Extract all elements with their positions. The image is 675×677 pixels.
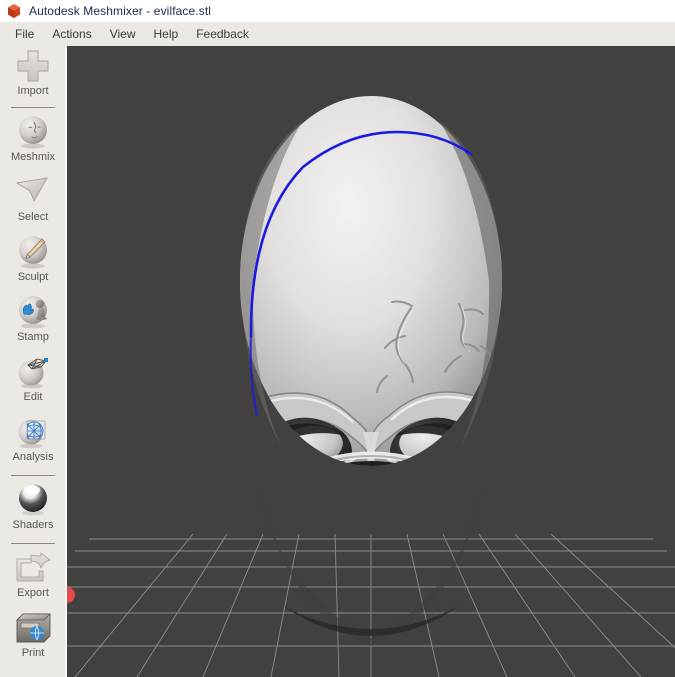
plus-icon	[11, 46, 55, 86]
lower-teeth	[317, 511, 422, 547]
sidebar-item-meshmix[interactable]: Meshmix	[0, 112, 65, 172]
upper-teeth	[309, 467, 435, 530]
sidebar-item-analysis[interactable]: Analysis	[0, 412, 65, 472]
printer-icon	[11, 608, 55, 648]
cursor-arrow-icon	[11, 172, 55, 212]
stamp-sphere-icon	[11, 292, 55, 332]
sidebar-item-label: Import	[17, 85, 49, 97]
sidebar-item-label: Select	[17, 211, 49, 223]
meshmixer-window: Autodesk Meshmixer - evilface.stl File A…	[0, 0, 675, 677]
sidebar-item-label: Shaders	[12, 519, 54, 531]
autodesk-cube-icon	[8, 4, 20, 18]
sidebar-item-label: Analysis	[12, 451, 54, 463]
ground-grid	[67, 533, 675, 677]
title-bar: Autodesk Meshmixer - evilface.stl	[0, 0, 675, 22]
sidebar-item-label: Stamp	[17, 331, 49, 343]
shiny-sphere-icon	[11, 480, 55, 520]
mouth-cavity	[296, 461, 446, 466]
sidebar-item-export[interactable]: Export	[0, 548, 65, 608]
mesh-sphere-icon	[11, 352, 55, 392]
sidebar-item-label: Meshmix	[10, 151, 55, 163]
sidebar-item-label: Edit	[23, 391, 43, 403]
brush-sphere-icon	[11, 232, 55, 272]
sidebar-item-stamp[interactable]: Stamp	[0, 292, 65, 352]
menu-view[interactable]: View	[101, 25, 145, 43]
nose-cavity	[362, 467, 380, 481]
sidebar-item-shaders[interactable]: Shaders	[0, 480, 65, 540]
face-sphere-icon	[11, 112, 55, 152]
menu-actions[interactable]: Actions	[43, 25, 100, 43]
window-title: Autodesk Meshmixer - evilface.stl	[29, 4, 212, 18]
sidebar-separator-3	[10, 543, 55, 544]
sidebar-item-import[interactable]: Import	[0, 46, 65, 104]
3d-viewport[interactable]	[67, 46, 675, 677]
menu-file[interactable]: File	[6, 25, 43, 43]
menu-help[interactable]: Help	[145, 25, 188, 43]
menu-feedback[interactable]: Feedback	[187, 25, 258, 43]
wireframe-sphere-icon	[11, 412, 55, 452]
sidebar-item-sculpt[interactable]: Sculpt	[0, 232, 65, 292]
sidebar-item-print[interactable]: Print	[0, 608, 65, 668]
sidebar-item-label: Sculpt	[17, 271, 49, 283]
sidebar-item-label: Print	[21, 647, 45, 659]
menu-bar: File Actions View Help Feedback	[0, 22, 675, 46]
export-arrow-icon	[11, 548, 55, 588]
sidebar-separator-1	[10, 107, 55, 108]
sidebar-item-select[interactable]: Select	[0, 172, 65, 232]
model-render	[67, 96, 675, 677]
sidebar-item-label: Export	[17, 587, 49, 599]
sidebar-item-edit[interactable]: Edit	[0, 352, 65, 412]
sidebar-separator-2	[10, 475, 55, 476]
tool-sidebar: Import Meshmix Select Sculpt Stamp Edit …	[0, 46, 66, 677]
